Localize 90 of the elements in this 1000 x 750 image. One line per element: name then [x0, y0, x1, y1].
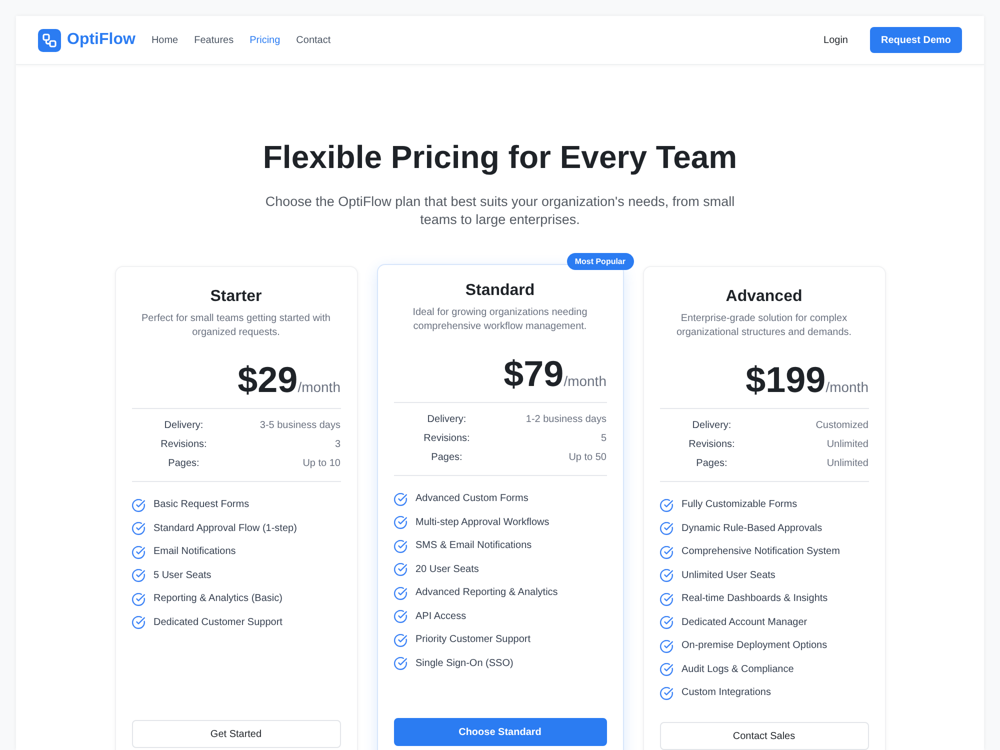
feature-text: API Access	[416, 610, 466, 624]
price-period: /month	[298, 379, 340, 395]
feature-text: Custom Integrations	[682, 686, 771, 700]
feature-text: Real-time Dashboards & Insights	[682, 592, 828, 606]
spec-value: 5	[600, 432, 606, 446]
feature-text: Dedicated Customer Support	[154, 616, 282, 630]
feature-text: Dynamic Rule-Based Approvals	[682, 522, 822, 536]
feature-text: Advanced Custom Forms	[416, 492, 528, 506]
spec-value: 1-2 business days	[524, 413, 606, 427]
feature-text: On-premise Deployment Options	[682, 639, 828, 653]
feature-text: Basic Request Forms	[154, 498, 250, 512]
plan-button[interactable]: Contact Sales	[660, 722, 868, 750]
check-circle-icon	[660, 663, 672, 676]
feature-text: SMS & Email Notifications	[416, 539, 532, 553]
feature-text: Priority Customer Support	[416, 633, 531, 647]
plan-description: Enterprise-grade solution for complex organizational structures and demands.	[675, 312, 853, 340]
spec-label: Delivery:	[691, 419, 732, 433]
feature-text: Dedicated Account Manager	[682, 616, 808, 630]
plan-price: $199	[746, 360, 826, 400]
plan-price: $29	[238, 360, 298, 400]
login-link[interactable]: Login	[824, 34, 848, 46]
feature-text: Multi-step Approval Workflows	[416, 516, 550, 530]
spec-label: Pages:	[167, 457, 200, 471]
spec-value: 3-5 business days	[258, 419, 340, 433]
spec-value: Customized	[814, 419, 868, 433]
spec-label: Revisions:	[160, 438, 208, 452]
check-circle-icon	[132, 522, 144, 535]
popular-badge: Most Popular	[566, 253, 634, 270]
check-circle-icon	[394, 634, 406, 646]
check-circle-icon	[132, 546, 144, 558]
check-circle-icon	[394, 516, 406, 529]
feature-text: Audit Logs & Compliance	[682, 662, 794, 676]
price-period: /month	[826, 379, 868, 395]
nav-link[interactable]: Contact	[296, 34, 331, 46]
spec-label: Revisions:	[688, 438, 736, 452]
spec-label: Pages:	[695, 457, 728, 471]
feature-text: Unlimited User Seats	[682, 568, 776, 582]
logo-icon	[38, 28, 61, 52]
check-circle-icon	[132, 498, 144, 512]
spec-value: Unlimited	[826, 457, 868, 471]
feature-text: Single Sign-On (SSO)	[416, 656, 514, 670]
check-circle-icon	[394, 563, 406, 576]
check-circle-icon	[660, 546, 672, 558]
plan-name: Standard	[464, 281, 536, 301]
feature-text: Fully Customizable Forms	[682, 498, 798, 512]
check-circle-icon	[660, 569, 672, 582]
check-circle-icon	[660, 498, 672, 512]
feature-text: Comprehensive Notification System	[682, 545, 840, 559]
spec-label: Delivery:	[426, 413, 468, 427]
page-subtitle: Choose the OptiFlow plan that best suits your organization's needs, from small teams to large enterprises.	[264, 193, 736, 229]
feature-text: 5 User Seats	[154, 568, 212, 582]
spec-label: Delivery:	[163, 419, 204, 433]
plan-description: Ideal for growing organizations needing comprehensive workflow management.	[412, 306, 588, 334]
check-circle-icon	[660, 592, 672, 606]
plan-name: Advanced	[724, 287, 804, 307]
feature-text: Email Notifications	[154, 545, 236, 559]
check-circle-icon	[394, 540, 406, 552]
check-circle-icon	[394, 586, 406, 600]
spec-label: Pages:	[430, 451, 464, 465]
plan-price: $79	[504, 354, 564, 394]
plan-name: Starter	[209, 287, 263, 307]
nav-link[interactable]: Features	[194, 34, 234, 46]
plan-button[interactable]: Get Started	[132, 720, 340, 748]
nav-link[interactable]: Pricing	[250, 34, 280, 46]
spec-label: Revisions:	[422, 432, 471, 446]
feature-text: Advanced Reporting & Analytics	[416, 586, 558, 600]
feature-text: Reporting & Analytics (Basic)	[154, 592, 282, 606]
nav-link[interactable]: Home	[151, 34, 178, 46]
feature-text: Standard Approval Flow (1-step)	[154, 522, 297, 536]
check-circle-icon	[660, 640, 672, 652]
logo-text[interactable]: OptiFlow	[67, 31, 136, 49]
check-circle-icon	[660, 616, 672, 629]
plan-button[interactable]: Choose Standard	[394, 718, 606, 746]
check-circle-icon	[660, 522, 672, 535]
spec-value: Up to 50	[568, 451, 606, 465]
spec-value: Up to 10	[302, 457, 340, 471]
check-circle-icon	[132, 592, 144, 606]
feature-text: 20 User Seats	[416, 562, 479, 576]
page-title: Flexible Pricing for Every Team	[262, 138, 738, 177]
check-circle-icon	[132, 569, 144, 582]
spec-value: Unlimited	[826, 438, 868, 452]
price-period: /month	[564, 373, 606, 389]
check-circle-icon	[394, 657, 406, 670]
spec-value: 3	[334, 438, 340, 452]
check-circle-icon	[660, 686, 672, 700]
plan-description: Perfect for small teams getting started with organized requests.	[140, 312, 332, 340]
check-circle-icon	[394, 492, 406, 506]
check-circle-icon	[394, 610, 406, 623]
check-circle-icon	[132, 616, 144, 629]
request-demo-button[interactable]: Request Demo	[870, 27, 962, 53]
